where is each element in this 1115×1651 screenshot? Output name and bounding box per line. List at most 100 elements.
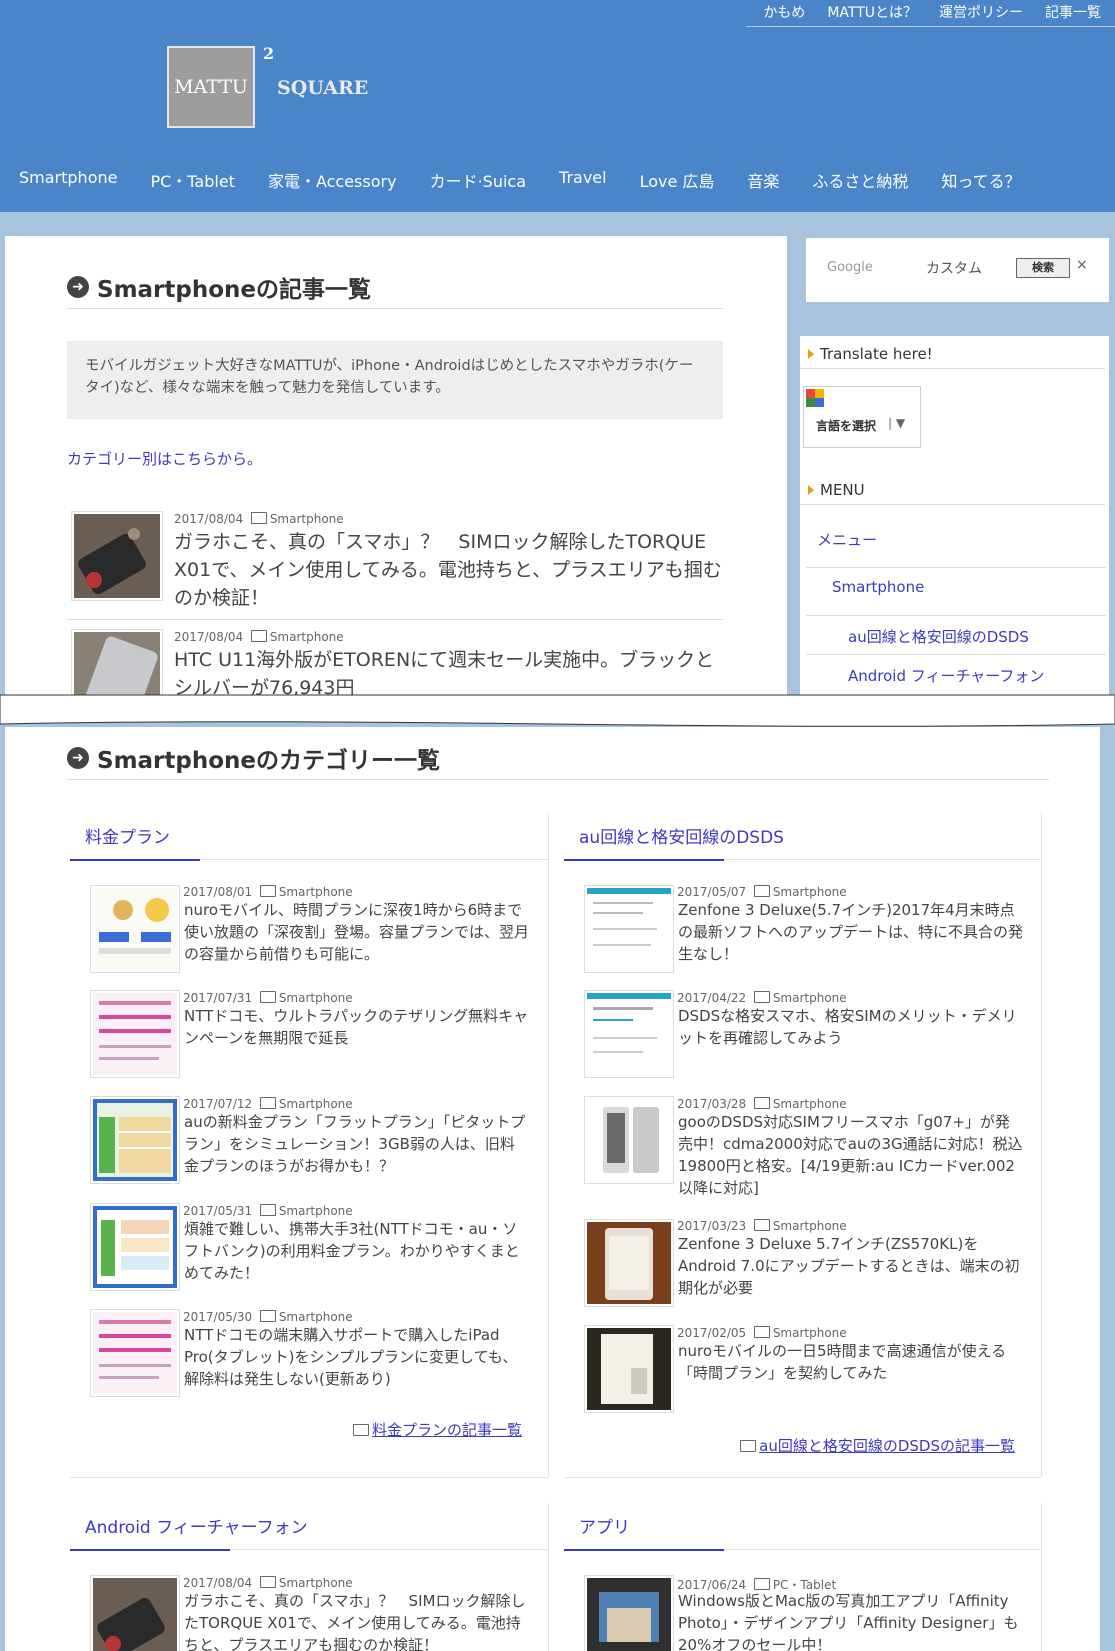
article-thumbnail[interactable] <box>90 1309 180 1397</box>
article-thumbnail[interactable] <box>584 1219 674 1307</box>
category-link[interactable]: カテゴリー別はこちらから。 <box>67 448 262 469</box>
article-thumbnail[interactable] <box>90 990 180 1078</box>
google-label: Google <box>827 260 873 275</box>
article-title[interactable]: NTTドコモ、ウルトラパックのテザリング無料キャンペーンを無期限で延長 <box>184 1005 529 1049</box>
nav-music[interactable]: 音楽 <box>747 168 779 192</box>
article-thumbnail[interactable] <box>71 629 163 698</box>
translate-heading-text: Translate here! <box>820 345 933 363</box>
title-divider <box>67 308 723 309</box>
search-input[interactable]: カスタム <box>926 258 998 278</box>
search-widget: Google カスタム 検索 × <box>806 238 1109 302</box>
article-title[interactable]: NTTドコモの端末購入サポートで購入したiPad Pro(タブレット)をシンプル… <box>184 1324 529 1390</box>
nav-smartphone[interactable]: Smartphone <box>19 168 117 192</box>
language-select-label: 言語を選択 <box>816 419 877 433</box>
article-thumbnail[interactable] <box>90 1096 180 1184</box>
article-category[interactable]: Smartphone <box>279 1576 353 1590</box>
article-category[interactable]: Smartphone <box>279 885 353 899</box>
site-logo[interactable]: MATTU <box>167 46 255 128</box>
nav-love-hiroshima[interactable]: Love 広島 <box>640 168 715 192</box>
article-meta: 2017/05/07 Smartphone <box>677 885 847 899</box>
article-title[interactable]: Zenfone 3 Deluxe(5.7インチ)2017年4月末時点の最新ソフト… <box>678 899 1023 965</box>
article-date: 2017/03/23 <box>677 1219 747 1233</box>
article-category[interactable]: Smartphone <box>270 630 344 644</box>
logo-box-text: MATTU <box>174 76 248 98</box>
more-link-dsds[interactable]: au回線と格安回線のDSDSの記事一覧 <box>740 1435 1015 1456</box>
article-thumbnail[interactable] <box>90 1575 180 1651</box>
column-divider <box>1041 813 1042 1477</box>
article-thumbnail[interactable] <box>90 1203 180 1291</box>
article-thumbnail[interactable] <box>584 885 674 973</box>
article-category[interactable]: Smartphone <box>279 1097 353 1111</box>
article-title[interactable]: 煩雑で難しい、携帯大手3社(NTTドコモ・au・ソフトバンク)の利用料金プラン。… <box>184 1218 529 1284</box>
article-category[interactable]: Smartphone <box>279 991 353 1005</box>
nav-shitteru[interactable]: 知ってる？ <box>941 168 1020 192</box>
menu-item-menu[interactable]: メニュー <box>817 529 877 550</box>
article-thumbnail[interactable] <box>584 1096 674 1184</box>
article-title[interactable]: nuroモバイルの一日5時間まで高速通信が使える「時間プラン」を契約してみた <box>678 1340 1023 1384</box>
menu-divider <box>806 567 1106 568</box>
article-thumbnail[interactable] <box>90 885 180 973</box>
page-title-text: Smartphoneの記事一覧 <box>97 277 372 303</box>
article-date: 2017/08/04 <box>174 630 244 644</box>
nav-travel[interactable]: Travel <box>559 168 607 192</box>
heading-line <box>200 859 548 860</box>
language-select[interactable]: 言語を選択 | ▼ <box>803 386 921 448</box>
nav-pc-tablet[interactable]: PC・Tablet <box>150 168 234 192</box>
article-thumbnail[interactable] <box>584 1325 674 1413</box>
column-bottom-line <box>564 1477 1041 1478</box>
main-content: ➜ Smartphoneの記事一覧 モバイルガジェット大好きなMATTUが、iP… <box>5 236 787 698</box>
nav-furusato[interactable]: ふるさと納税 <box>812 168 908 192</box>
handwritten-note-icon <box>93 1312 177 1394</box>
article-date: 2017/05/30 <box>183 1310 253 1324</box>
menu-item-android-feature-phone[interactable]: Android フィーチャーフォン <box>848 665 1044 686</box>
more-link-label: 料金プランの記事一覧 <box>371 1421 522 1439</box>
article-category[interactable]: Smartphone <box>773 1326 847 1340</box>
article-category[interactable]: Smartphone <box>773 991 847 1005</box>
article-date: 2017/07/12 <box>183 1097 253 1111</box>
screenshot-icon <box>587 888 671 970</box>
article-title[interactable]: HTC U11海外版がETORENにて週末セール実施中。ブラックとシルバーが76… <box>174 646 729 698</box>
heading-line <box>724 1549 1041 1550</box>
folder-icon <box>250 630 267 642</box>
article-thumbnail[interactable] <box>584 1575 674 1651</box>
column-bottom-line <box>70 1477 548 1478</box>
category-heading-dsds[interactable]: au回線と格安回線のDSDS <box>579 823 784 848</box>
toplink-about[interactable]: MATTUとは？ <box>827 2 917 22</box>
nav-card-suica[interactable]: カード·Suica <box>430 168 526 192</box>
folder-icon <box>259 1204 276 1216</box>
article-title[interactable]: DSDSな格安スマホ、格安SIMのメリット・デメリットを再確認してみよう <box>678 1005 1023 1049</box>
article-category[interactable]: Smartphone <box>279 1310 353 1324</box>
article-title[interactable]: nuroモバイル、時間プランに深夜1時から6時まで使い放題の「深夜割」登場。容量… <box>184 899 529 965</box>
toplink-kamome[interactable]: かもめ <box>763 2 805 22</box>
more-link-ryokin[interactable]: 料金プランの記事一覧 <box>352 1419 522 1440</box>
article-category[interactable]: Smartphone <box>773 885 847 899</box>
article-title[interactable]: Zenfone 3 Deluxe 5.7インチ(ZS570KL)をAndroid… <box>678 1233 1023 1299</box>
menu-item-smartphone[interactable]: Smartphone <box>832 578 924 596</box>
article-title[interactable]: ガラホこそ、真の「スマホ」？ SIMロック解除したTORQUE X01で、メイン… <box>184 1590 529 1651</box>
category-heading-apps[interactable]: アプリ <box>579 1513 630 1538</box>
clear-search-icon[interactable]: × <box>1076 257 1088 273</box>
article-title[interactable]: gooのDSDS対応SIMフリースマホ「g07+」が発売中！cdma2000対応… <box>678 1111 1023 1199</box>
article-category[interactable]: Smartphone <box>279 1204 353 1218</box>
folder-icon <box>753 1326 770 1338</box>
article-date: 2017/05/07 <box>677 885 747 899</box>
article-title[interactable]: ガラホこそ、真の「スマホ」？ SIMロック解除したTORQUE X01で、メイン… <box>174 528 729 612</box>
article-meta: 2017/04/22 Smartphone <box>677 991 847 1005</box>
nav-accessory[interactable]: 家電・Accessory <box>268 168 397 192</box>
category-heading-ryokin[interactable]: 料金プラン <box>85 823 170 848</box>
article-title[interactable]: auの新料金プラン「フラットプラン」「ピタットプラン」をシミュレーション！3GB… <box>184 1111 529 1177</box>
category-heading-android-feature-phone[interactable]: Android フィーチャーフォン <box>85 1513 308 1538</box>
article-meta: 2017/03/28 Smartphone <box>677 1097 847 1111</box>
article-category[interactable]: Smartphone <box>773 1219 847 1233</box>
toplink-articles[interactable]: 記事一覧 <box>1045 2 1101 22</box>
article-title[interactable]: Windows版とMac版の写真加工アプリ「Affinity Photo」・デザ… <box>678 1590 1023 1651</box>
menu-item-dsds[interactable]: au回線と格安回線のDSDS <box>848 626 1029 647</box>
article-category[interactable]: Smartphone <box>773 1097 847 1111</box>
triangle-icon <box>808 349 814 359</box>
article-category[interactable]: Smartphone <box>270 512 344 526</box>
article-thumbnail[interactable] <box>71 511 163 601</box>
search-button[interactable]: 検索 <box>1016 258 1070 278</box>
toplink-policy[interactable]: 運営ポリシー <box>939 2 1023 22</box>
folder-icon <box>259 1097 276 1109</box>
article-thumbnail[interactable] <box>584 990 674 1078</box>
